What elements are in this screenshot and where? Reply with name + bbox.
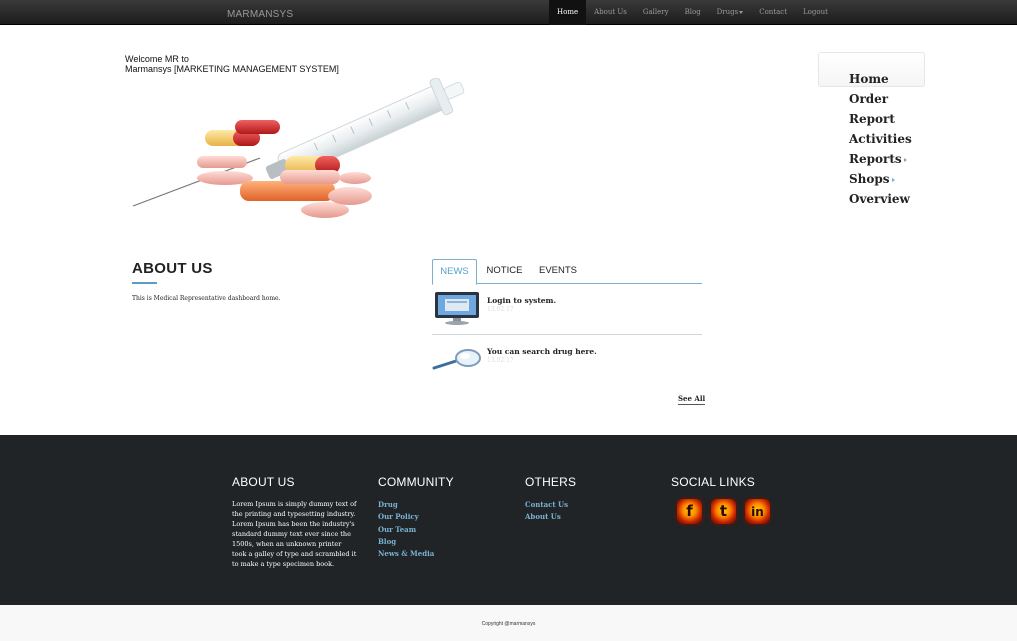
magnifier-icon bbox=[432, 349, 481, 370]
top-navbar: MARMANSYS Home About Us Gallery Blog Dru… bbox=[0, 0, 1017, 25]
welcome-message: Welcome MR to Marmansys [MARKETING MANAG… bbox=[125, 54, 339, 74]
footer-about-text: Lorem Ipsum is simply dummy text of the … bbox=[232, 500, 357, 568]
social-icons: f t in bbox=[677, 499, 770, 524]
linkedin-glyph: in bbox=[751, 504, 764, 519]
footer-link-about-us[interactable]: About Us bbox=[525, 511, 576, 523]
twitter-glyph: t bbox=[719, 502, 728, 520]
side-menu-order[interactable]: Order bbox=[849, 91, 912, 111]
facebook-glyph: f bbox=[686, 502, 693, 520]
tab-notice[interactable]: NOTICE bbox=[482, 259, 527, 284]
bottom-bar: Copyright @marmansys bbox=[0, 605, 1017, 641]
news-tabs: NEWS NOTICE EVENTS bbox=[432, 259, 702, 285]
nav-gallery[interactable]: Gallery bbox=[635, 0, 677, 25]
news-divider bbox=[432, 334, 702, 335]
footer-link-our-team[interactable]: Our Team bbox=[378, 524, 454, 536]
caret-right-icon bbox=[891, 177, 895, 182]
news-title[interactable]: Login to system. bbox=[487, 296, 556, 305]
welcome-line-2: Marmansys [MARKETING MANAGEMENT SYSTEM] bbox=[125, 64, 339, 74]
footer-link-contact-us[interactable]: Contact Us bbox=[525, 499, 576, 511]
nav-logout[interactable]: Logout bbox=[795, 0, 836, 25]
footer: ABOUT US Lorem Ipsum is simply dummy tex… bbox=[0, 435, 1017, 605]
hero-syringe-pills-image bbox=[132, 78, 465, 218]
nav-blog[interactable]: Blog bbox=[677, 0, 709, 25]
footer-social: SOCIAL LINKS f t in bbox=[671, 475, 770, 524]
tab-news[interactable]: NEWS bbox=[432, 259, 477, 285]
news-item[interactable]: Login to system. 13.02.17 bbox=[432, 292, 702, 330]
side-menu-activities[interactable]: Activities bbox=[849, 131, 912, 151]
brand-logo[interactable]: MARMANSYS bbox=[227, 9, 293, 20]
nav-contact[interactable]: Contact bbox=[751, 0, 795, 25]
facebook-icon[interactable]: f bbox=[677, 499, 702, 524]
footer-about-heading: ABOUT US bbox=[232, 475, 295, 489]
footer-link-blog[interactable]: Blog bbox=[378, 536, 454, 548]
footer-others: OTHERS Contact Us About Us bbox=[525, 475, 576, 524]
see-all-link[interactable]: See All bbox=[678, 394, 706, 405]
footer-link-news-media[interactable]: News & Media bbox=[378, 548, 454, 560]
side-menu-overview[interactable]: Overview bbox=[849, 191, 912, 211]
news-title[interactable]: You can search drug here. bbox=[487, 347, 597, 356]
news-item[interactable]: You can search drug here. 13.02.17 bbox=[432, 347, 702, 377]
nav-home[interactable]: Home bbox=[549, 0, 587, 25]
about-heading: ABOUT US bbox=[132, 260, 213, 277]
side-menu-shops[interactable]: Shops bbox=[849, 171, 912, 191]
nav-about-us[interactable]: About Us bbox=[586, 0, 635, 25]
monitor-icon bbox=[435, 292, 479, 325]
side-menu-shops-label: Shops bbox=[849, 172, 890, 186]
caret-right-icon bbox=[903, 157, 907, 162]
footer-link-our-policy[interactable]: Our Policy bbox=[378, 511, 454, 523]
side-menu: Home Order Report Activities Reports Sho… bbox=[849, 71, 912, 211]
footer-others-heading: OTHERS bbox=[525, 475, 577, 489]
side-menu-reports[interactable]: Reports bbox=[849, 151, 912, 171]
side-menu-report[interactable]: Report bbox=[849, 111, 912, 131]
news-date: 13.02.17 bbox=[487, 357, 514, 364]
nav-drugs-label: Drugs bbox=[716, 8, 739, 16]
news-date: 13.02.17 bbox=[487, 306, 514, 313]
copyright-text: Copyright @marmansys bbox=[481, 621, 536, 627]
about-text: This is Medical Representative dashboard… bbox=[132, 295, 281, 302]
footer-community: COMMUNITY Drug Our Policy Our Team Blog … bbox=[378, 475, 454, 560]
footer-community-heading: COMMUNITY bbox=[378, 475, 454, 489]
about-underline bbox=[132, 282, 157, 284]
footer-social-heading: SOCIAL LINKS bbox=[671, 475, 755, 489]
nav-drugs-dropdown[interactable]: Drugs bbox=[709, 0, 752, 25]
linkedin-icon[interactable]: in bbox=[745, 499, 770, 524]
caret-down-icon bbox=[739, 10, 744, 14]
side-menu-reports-label: Reports bbox=[849, 152, 902, 166]
footer-link-drug[interactable]: Drug bbox=[378, 499, 454, 511]
twitter-icon[interactable]: t bbox=[711, 499, 736, 524]
main-nav: Home About Us Gallery Blog Drugs Contact… bbox=[549, 0, 836, 25]
side-menu-home[interactable]: Home bbox=[849, 71, 912, 91]
footer-about: ABOUT US Lorem Ipsum is simply dummy tex… bbox=[232, 475, 357, 569]
welcome-line-1: Welcome MR to bbox=[125, 54, 189, 64]
tab-events[interactable]: EVENTS bbox=[534, 259, 582, 284]
